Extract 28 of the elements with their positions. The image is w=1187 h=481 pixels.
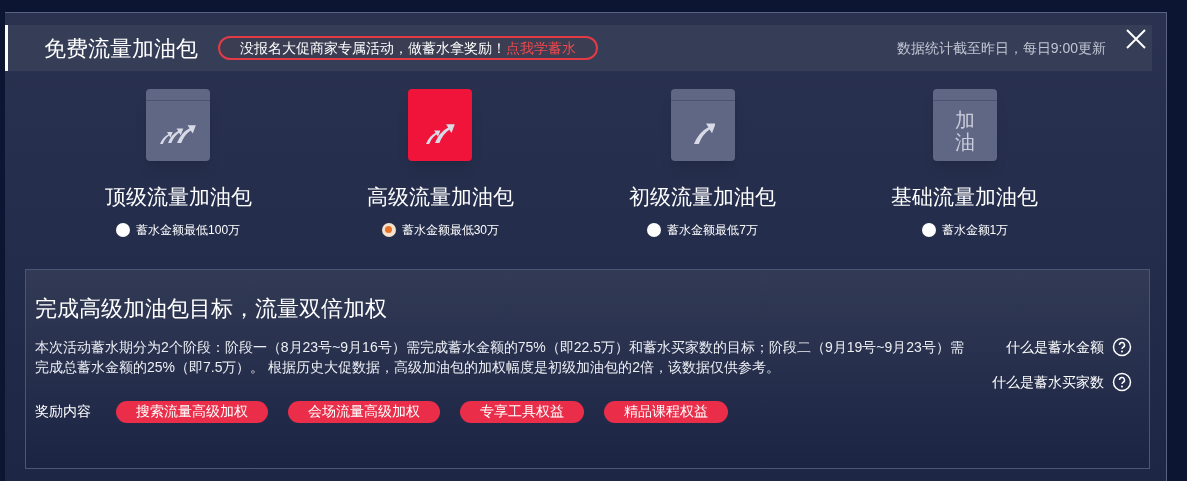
reward-tag: 会场流量高级加权 xyxy=(288,400,440,423)
package-icon[interactable] xyxy=(670,89,735,161)
help-icon xyxy=(1112,372,1132,392)
description: 本次活动蓄水期分为2个阶段：阶段一（8月23号~9月16号）需完成蓄水金额的75%（即22.5万）和蓄水买家数的目标；阶段二（9月19号~9月23号）需完成总蓄水金额的25%（即7.5万）。 根据历史大促数据，高级加油包的加权幅度是初级加油包的2倍，该数据仅供参考。 xyxy=(35,337,965,377)
package-radio[interactable]: 蓄水金额最低7万 xyxy=(647,220,758,239)
package-name: 基础流量加油包 xyxy=(891,184,1039,210)
help-link[interactable]: 什么是蓄水买家数 xyxy=(992,371,1132,393)
promo-banner: 没报名大促商家专属活动，做蓄水拿奖励！点我学蓄水 xyxy=(218,36,598,60)
reward-tag: 搜索流量高级加权 xyxy=(116,400,268,423)
update-note: 数据统计截至昨日，每日9:00更新 xyxy=(896,38,1106,58)
package-radio[interactable]: 蓄水金额最低30万 xyxy=(381,220,500,239)
package-name: 顶级流量加油包 xyxy=(104,184,252,210)
rewards-label: 奖励内容 xyxy=(35,402,91,421)
package-name: 初级流量加油包 xyxy=(629,184,777,210)
package-radio[interactable]: 蓄水金额1万 xyxy=(921,220,1009,239)
close-icon xyxy=(1126,29,1146,49)
goal-title: 完成高级加油包目标，流量双倍加权 xyxy=(35,294,388,323)
reward-tag: 专享工具权益 xyxy=(460,400,584,423)
package-icon[interactable] xyxy=(146,89,211,161)
package-radio[interactable]: 蓄水金额最低100万 xyxy=(116,220,241,239)
help-link[interactable]: 什么是蓄水金额 xyxy=(1006,336,1132,358)
help-icon xyxy=(1112,337,1132,357)
package-icon[interactable] xyxy=(408,89,473,161)
icon-label: 加油 xyxy=(954,109,975,153)
panel-title: 免费流量加油包 xyxy=(44,34,198,63)
package-icon[interactable]: 加油 xyxy=(932,89,997,161)
package-name: 高级流量加油包 xyxy=(366,184,514,210)
reward-tag: 精品课程权益 xyxy=(604,400,728,423)
